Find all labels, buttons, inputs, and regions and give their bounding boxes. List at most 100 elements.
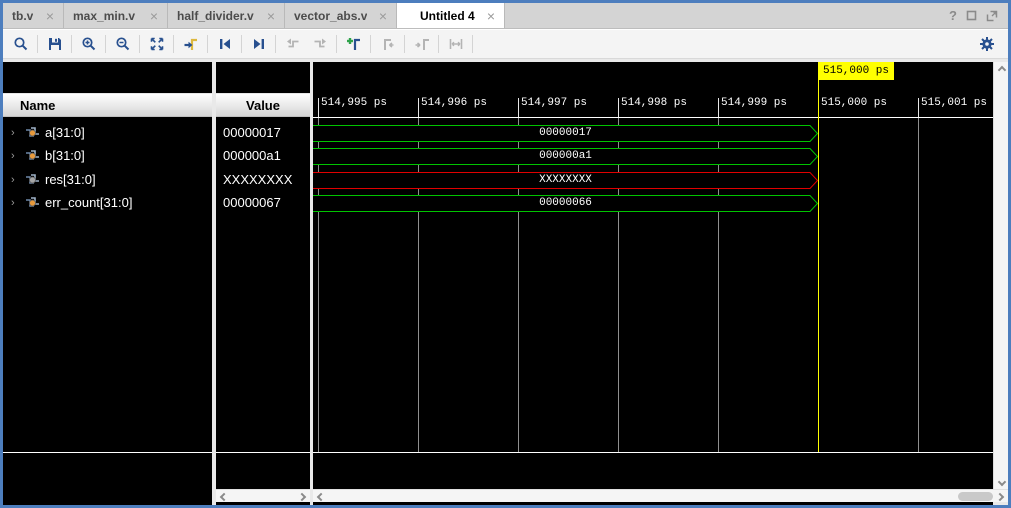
signal-name-panel: Name ›a[31:0]›b[31:0]›res[31:0]›err_coun… xyxy=(3,62,212,505)
tab-tb-v[interactable]: tb.v × xyxy=(3,3,64,28)
go-to-time-0-icon[interactable] xyxy=(211,32,238,56)
time-ruler[interactable]: 514,995 ps514,996 ps514,997 ps514,998 ps… xyxy=(313,83,993,118)
toolbar-separator xyxy=(336,35,337,53)
toolbar-separator xyxy=(438,35,439,53)
ruler-tick-label: 514,997 ps xyxy=(521,97,587,109)
go-to-last-time-icon[interactable] xyxy=(245,32,272,56)
signal-name: res[31:0] xyxy=(45,172,96,187)
zoom-to-cursor-icon[interactable] xyxy=(177,32,204,56)
tab-max-min-v[interactable]: max_min.v × xyxy=(64,3,168,28)
add-marker-icon[interactable] xyxy=(340,32,367,56)
tab-untitled-4[interactable]: Untitled 4 × xyxy=(397,3,505,28)
bus-value-text: 00000066 xyxy=(313,197,818,209)
gridline xyxy=(518,118,519,452)
scroll-right-button[interactable] xyxy=(297,490,310,503)
tab-half-divider-v[interactable]: half_divider.v × xyxy=(168,3,285,28)
ruler-tick xyxy=(518,98,519,117)
signal-list-end-line xyxy=(216,452,310,453)
help-icon[interactable]: ? xyxy=(949,8,957,23)
wave-plot-area[interactable]: 00000017 000000a1 XXXXXXXX 00000066 xyxy=(313,118,993,452)
expand-chevron-icon[interactable]: › xyxy=(11,127,20,139)
ruler-tick-label: 515,000 ps xyxy=(821,97,887,109)
wave-panel: 514,995 ps514,996 ps514,997 ps514,998 ps… xyxy=(313,62,993,505)
scrollbar-thumb[interactable] xyxy=(958,492,993,501)
ruler-tick xyxy=(618,98,619,117)
vertical-scrollbar[interactable] xyxy=(993,62,1008,490)
toolbar-separator xyxy=(404,35,405,53)
ruler-tick xyxy=(418,98,419,117)
gridline xyxy=(918,118,919,452)
scroll-up-button[interactable] xyxy=(995,62,1008,75)
toolbar-separator xyxy=(71,35,72,53)
value-horizontal-scrollbar[interactable] xyxy=(216,489,310,502)
name-header-label: Name xyxy=(20,98,55,113)
close-icon[interactable]: × xyxy=(487,9,495,23)
maximize-icon[interactable] xyxy=(966,10,977,21)
bus-signal-icon xyxy=(25,126,40,139)
expand-chevron-icon[interactable]: › xyxy=(11,197,20,209)
signal-value: 000000a1 xyxy=(216,144,310,167)
signal-name: b[31:0] xyxy=(45,148,85,163)
signal-value: 00000017 xyxy=(216,121,310,144)
close-icon[interactable]: × xyxy=(267,9,275,23)
toolbar-separator xyxy=(207,35,208,53)
wave-horizontal-scrollbar[interactable] xyxy=(313,489,1008,502)
previous-transition-icon xyxy=(279,32,306,56)
bus-waveform: 000000a1 xyxy=(313,148,829,165)
wave-lower-area xyxy=(313,453,993,492)
close-icon[interactable]: × xyxy=(150,9,158,23)
window-inner: tb.v × max_min.v × half_divider.v × vect… xyxy=(3,3,1008,505)
gridline xyxy=(318,118,319,452)
zoom-fit-icon[interactable] xyxy=(143,32,170,56)
float-window-icon[interactable] xyxy=(986,10,998,22)
value-column-header: Value xyxy=(216,93,310,117)
signal-row[interactable]: › b[31:0] xyxy=(3,144,212,167)
expand-chevron-icon[interactable]: › xyxy=(11,174,20,186)
signal-row[interactable]: › err_count[31:0] xyxy=(3,191,212,214)
wave-viewer-main: Name ›a[31:0]›b[31:0]›res[31:0]›err_coun… xyxy=(3,59,1008,505)
signal-row[interactable]: ›a[31:0] xyxy=(3,121,212,144)
scroll-left-button[interactable] xyxy=(216,490,229,503)
value-header-label: Value xyxy=(246,98,280,113)
signal-value-panel: Value 00000017000000a1XXXXXXXX00000067 xyxy=(216,62,310,505)
tab-bar: tb.v × max_min.v × half_divider.v × vect… xyxy=(3,3,1008,29)
gridline xyxy=(718,118,719,452)
expand-chevron-icon[interactable]: › xyxy=(11,150,20,162)
cursor-line[interactable] xyxy=(818,80,819,452)
gridline xyxy=(418,118,419,452)
ruler-tick xyxy=(318,98,319,117)
bus-signal-icon xyxy=(25,149,40,162)
waveform-window: tb.v × max_min.v × half_divider.v × vect… xyxy=(0,0,1011,508)
tab-vector-abs-v[interactable]: vector_abs.v × xyxy=(285,3,397,28)
toolbar-separator xyxy=(139,35,140,53)
ruler-tick-label: 514,999 ps xyxy=(721,97,787,109)
zoom-in-icon[interactable] xyxy=(75,32,102,56)
signal-list-end-line xyxy=(3,452,212,453)
scroll-right-button[interactable] xyxy=(995,490,1008,503)
tab-label: tb.v xyxy=(12,9,33,23)
ruler-tick xyxy=(918,98,919,117)
bus-waveform: 00000017 xyxy=(313,125,829,142)
window-controls: ? xyxy=(949,3,1008,28)
find-icon[interactable] xyxy=(7,32,34,56)
next-marker-icon xyxy=(408,32,435,56)
bus-value-text: XXXXXXXX xyxy=(313,174,818,186)
bus-waveform: XXXXXXXX xyxy=(313,172,829,189)
zoom-out-icon[interactable] xyxy=(109,32,136,56)
ruler-tick-label: 514,995 ps xyxy=(321,97,387,109)
ruler-tick-label: 514,998 ps xyxy=(621,97,687,109)
tab-label: half_divider.v xyxy=(177,9,254,23)
ruler-tick-label: 515,001 ps xyxy=(921,97,987,109)
signal-name: err_count[31:0] xyxy=(45,195,132,210)
toolbar-separator xyxy=(472,35,473,53)
signal-row[interactable]: › res[31:0] xyxy=(3,168,212,191)
settings-gear-icon[interactable] xyxy=(973,32,1000,56)
toolbar-separator xyxy=(173,35,174,53)
toolbar-separator xyxy=(275,35,276,53)
save-waveform-icon[interactable] xyxy=(41,32,68,56)
close-icon[interactable]: × xyxy=(379,9,387,23)
signal-value: 00000067 xyxy=(216,191,310,214)
close-icon[interactable]: × xyxy=(46,9,54,23)
scroll-left-button[interactable] xyxy=(313,490,326,503)
tab-label: vector_abs.v xyxy=(294,9,367,23)
